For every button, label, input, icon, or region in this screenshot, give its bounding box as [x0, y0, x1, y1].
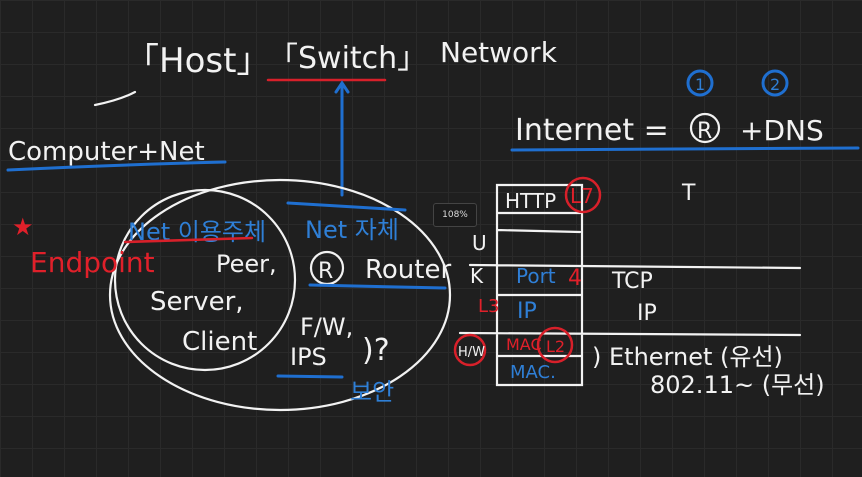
- ethernet-label: ) Ethernet (유선): [592, 343, 783, 371]
- drawing: 「Host」 「Switch」 Network Computer+Net Int…: [6, 36, 860, 412]
- router-label: Router: [365, 255, 451, 285]
- k-label: K: [470, 264, 484, 288]
- client-label: Client: [182, 327, 257, 357]
- server-label: Server,: [150, 287, 244, 317]
- ips-label: IPS: [290, 343, 327, 371]
- security-label: 보안: [350, 378, 394, 406]
- firewall-label: F/W,: [300, 313, 353, 341]
- mac-label-2: MAC.: [510, 362, 556, 383]
- arrow-switch: [334, 80, 350, 197]
- switch-label: 「Switch」: [268, 41, 427, 76]
- star-icon: ★: [12, 213, 34, 241]
- number-2: 2: [770, 75, 780, 94]
- udp-u-label: U: [472, 231, 487, 255]
- l7-label: L7: [570, 184, 594, 208]
- http-label: HTTP: [505, 189, 556, 213]
- router-underline: [308, 283, 447, 290]
- endpoint-label: Endpoint: [30, 246, 155, 279]
- port-label: Port: [516, 264, 556, 288]
- internet-underline: [510, 146, 860, 152]
- wifi-label: 802.11~ (무선): [650, 371, 825, 399]
- l3-label: L3: [478, 296, 499, 317]
- mac-label-1: MAC: [506, 335, 542, 354]
- internet-label: Internet =: [515, 113, 669, 148]
- layer4-label: 4: [568, 266, 582, 291]
- net-self-label: Net 자체: [305, 216, 399, 244]
- peer-label: Peer,: [216, 250, 277, 278]
- router-symbol: R: [697, 119, 712, 144]
- tcp-label: TCP: [611, 269, 653, 294]
- dns-label: +DNS: [740, 114, 824, 147]
- host-label: 「Host」: [125, 41, 270, 81]
- ips-underline: [276, 374, 344, 379]
- router-symbol-left: R: [318, 259, 333, 284]
- question-mark: )?: [362, 333, 390, 368]
- t-label: T: [681, 181, 696, 206]
- zoom-level-indicator[interactable]: 108%: [433, 203, 477, 227]
- whiteboard-canvas[interactable]: 「Host」 「Switch」 Network Computer+Net Int…: [0, 0, 862, 477]
- arrow-host: [93, 90, 137, 107]
- ip-label: IP: [637, 301, 657, 326]
- network-label: Network: [440, 36, 558, 69]
- number-1: 1: [695, 75, 705, 94]
- hw-label: H/W: [458, 345, 485, 360]
- l2-label: L2: [546, 337, 565, 356]
- ip-stack-label: IP: [517, 299, 537, 324]
